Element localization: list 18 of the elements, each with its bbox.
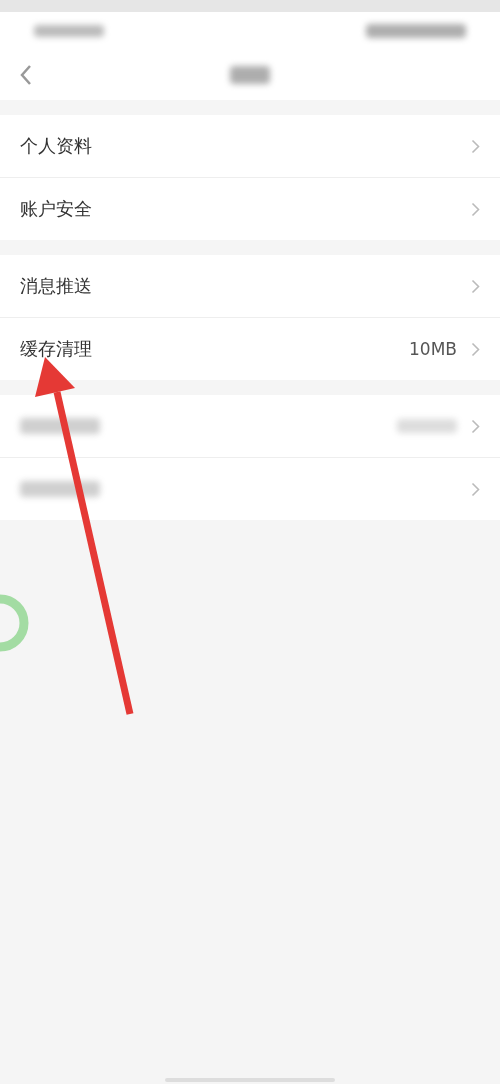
chevron-icon xyxy=(471,341,480,357)
settings-row[interactable]: 缓存清理 10MB xyxy=(0,318,500,380)
blurred-status-time xyxy=(34,25,104,37)
chevron-icon xyxy=(471,418,480,434)
row-label: 消息推送 xyxy=(20,274,93,298)
settings-row[interactable]: 账户安全 xyxy=(0,178,500,240)
row-label: 账户安全 xyxy=(20,197,93,221)
row-label: 缓存清理 xyxy=(20,337,93,361)
blurred-title xyxy=(230,66,270,84)
chevron-icon xyxy=(471,138,480,154)
chevron-icon xyxy=(471,278,480,294)
back-icon[interactable] xyxy=(20,64,32,86)
settings-row[interactable]: 个人资料 xyxy=(0,115,500,178)
row-value: 10MB xyxy=(409,339,457,359)
chevron-icon xyxy=(471,481,480,497)
chevron-icon xyxy=(471,201,480,217)
settings-row[interactable]: 消息推送 xyxy=(0,255,500,318)
row-label: 个人资料 xyxy=(20,134,93,158)
